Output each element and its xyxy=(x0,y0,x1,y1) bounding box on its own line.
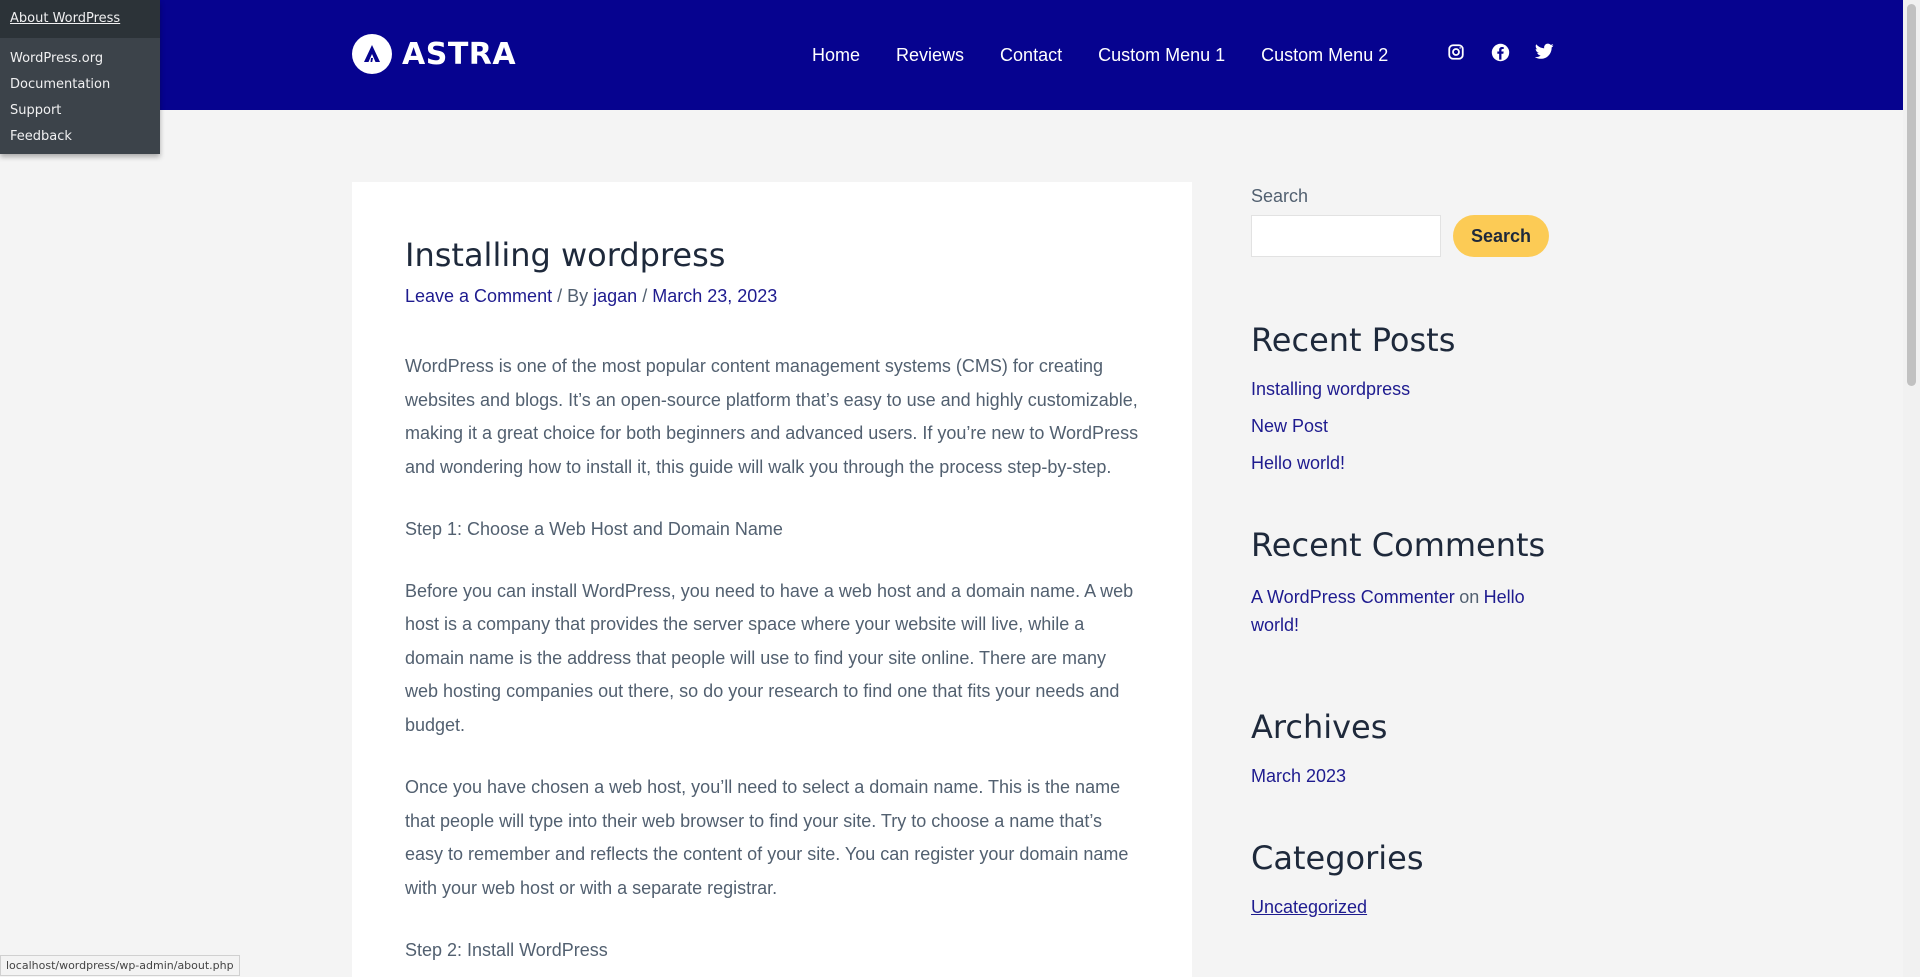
category-link[interactable]: Uncategorized xyxy=(1251,897,1561,918)
nav-custom-menu-2[interactable]: Custom Menu 2 xyxy=(1261,45,1388,66)
search-label: Search xyxy=(1251,186,1309,206)
post-date-link[interactable]: March 23, 2023 xyxy=(652,286,777,306)
about-wordpress-link[interactable]: About WordPress xyxy=(0,0,160,38)
paragraph: Step 2: Install WordPress xyxy=(405,940,608,960)
browser-status-bar: localhost/wordpress/wp-admin/about.php xyxy=(0,955,240,976)
twitter-icon[interactable] xyxy=(1535,43,1555,63)
categories-title: Categories xyxy=(1251,839,1424,877)
search-input[interactable] xyxy=(1251,215,1441,257)
post-title: Installing wordpress xyxy=(405,236,726,274)
wordpress-org-link[interactable]: WordPress.org xyxy=(0,46,160,72)
meta-separator: / xyxy=(642,286,648,306)
paragraph: Once you have chosen a web host, you’ll … xyxy=(405,777,1129,898)
nav-home[interactable]: Home xyxy=(812,45,860,66)
recent-posts-widget: Recent Posts Installing wordpress New Po… xyxy=(1251,321,1561,474)
archives-widget: Archives March 2023 xyxy=(1251,708,1561,787)
search-button[interactable]: Search xyxy=(1453,215,1550,257)
social-links xyxy=(1447,43,1555,63)
paragraph: Step 1: Choose a Web Host and Domain Nam… xyxy=(405,519,783,539)
post-meta: Leave a Comment / By jagan / March 23, 2… xyxy=(405,286,777,307)
recent-comments-widget: Recent Comments A WordPress Commenter on… xyxy=(1251,526,1561,640)
archives-title: Archives xyxy=(1251,708,1388,746)
recent-posts-title: Recent Posts xyxy=(1251,321,1456,359)
astra-logo-icon xyxy=(352,34,392,74)
about-wordpress-dropdown: About WordPress WordPress.org Documentat… xyxy=(0,0,160,154)
site-logo[interactable]: ASTRA xyxy=(352,34,516,74)
facebook-icon[interactable] xyxy=(1491,43,1511,63)
wordpress-links: WordPress.org Documentation Support Feed… xyxy=(0,38,160,150)
comment-on-text: on xyxy=(1459,587,1480,607)
search-widget: Search Search xyxy=(1251,186,1561,257)
nav-reviews[interactable]: Reviews xyxy=(896,45,964,66)
page-scrollbar[interactable] xyxy=(1903,0,1920,977)
nav-contact[interactable]: Contact xyxy=(1000,45,1062,66)
meta-by: / By xyxy=(557,286,589,306)
nav-custom-menu-1[interactable]: Custom Menu 1 xyxy=(1098,45,1225,66)
sidebar: Search Search Recent Posts Installing wo… xyxy=(1251,186,1561,934)
main-nav: Home Reviews Contact Custom Menu 1 Custo… xyxy=(812,0,1388,110)
leave-comment-link[interactable]: Leave a Comment xyxy=(405,286,552,306)
recent-post-link[interactable]: Installing wordpress xyxy=(1251,379,1561,400)
feedback-link[interactable]: Feedback xyxy=(0,124,160,150)
scrollbar-thumb[interactable] xyxy=(1907,4,1916,386)
documentation-link[interactable]: Documentation xyxy=(0,72,160,98)
support-link[interactable]: Support xyxy=(0,98,160,124)
logo-text: ASTRA xyxy=(402,36,517,72)
archive-link[interactable]: March 2023 xyxy=(1251,766,1561,787)
post-article: Installing wordpress Leave a Comment / B… xyxy=(352,182,1192,977)
post-content: WordPress is one of the most popular con… xyxy=(405,350,1140,977)
recent-post-link[interactable]: New Post xyxy=(1251,416,1561,437)
paragraph: Before you can install WordPress, you ne… xyxy=(405,580,1134,735)
comment-author-link[interactable]: A WordPress Commenter xyxy=(1251,587,1455,607)
recent-post-link[interactable]: Hello world! xyxy=(1251,453,1561,474)
paragraph: WordPress is one of the most popular con… xyxy=(405,356,1139,477)
site-header: ASTRA Home Reviews Contact Custom Menu 1… xyxy=(0,0,1903,110)
categories-widget: Categories Uncategorized xyxy=(1251,839,1561,918)
recent-comments-title: Recent Comments xyxy=(1251,526,1546,564)
instagram-icon[interactable] xyxy=(1447,43,1467,63)
author-link[interactable]: jagan xyxy=(593,286,637,306)
